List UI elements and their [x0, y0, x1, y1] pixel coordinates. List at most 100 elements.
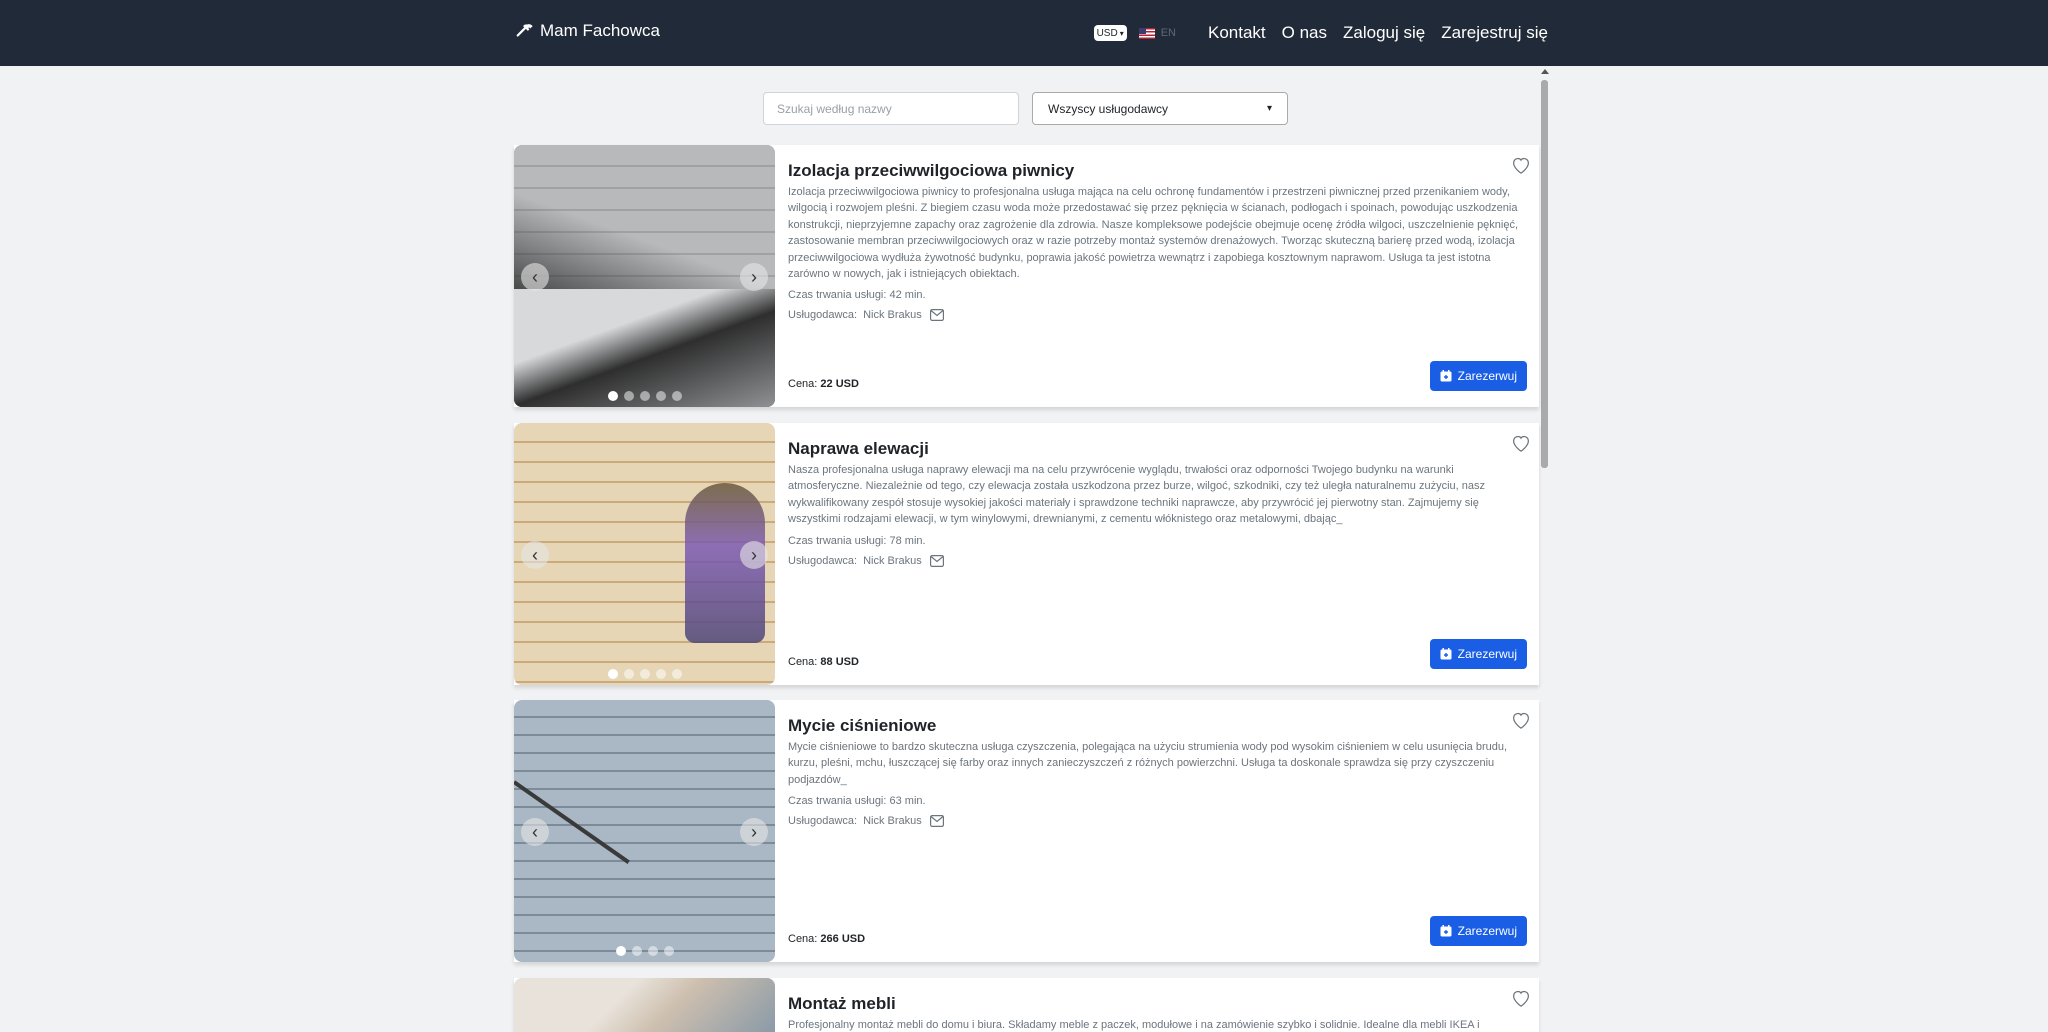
chevron-right-icon: ›: [751, 821, 757, 842]
heart-icon[interactable]: [1511, 711, 1531, 729]
search-input[interactable]: [763, 92, 1019, 125]
carousel-dot[interactable]: [655, 391, 666, 401]
provider-select[interactable]: Wszyscy usługodawcy ▾: [1032, 92, 1288, 125]
book-button[interactable]: Zarezerwuj: [1429, 361, 1527, 391]
carousel-dot[interactable]: [639, 669, 650, 679]
service-image: [514, 978, 775, 1032]
chevron-down-icon: ▾: [1266, 103, 1272, 114]
carousel-next-button[interactable]: ›: [740, 818, 768, 846]
carousel-dot[interactable]: [663, 946, 674, 956]
carousel-dot[interactable]: [655, 669, 666, 679]
carousel-dot[interactable]: [623, 669, 634, 679]
service-image: [514, 423, 775, 685]
chevron-down-icon: ▾: [1119, 28, 1124, 38]
service-title[interactable]: Izolacja przeciwwilgociowa piwnicy: [788, 161, 1524, 181]
scrollbar-thumb[interactable]: [1541, 80, 1548, 468]
provider-label: Usługodawca:: [788, 554, 858, 567]
price-label: Cena:: [788, 933, 818, 945]
service-price: Cena: 22 USD: [788, 378, 859, 390]
carousel-prev-button[interactable]: ‹: [521, 818, 549, 846]
language-code: EN: [1160, 27, 1176, 39]
carousel-dot[interactable]: [647, 946, 658, 956]
book-button-label: Zarezerwuj: [1457, 369, 1517, 383]
service-title[interactable]: Mycie ciśnieniowe: [788, 716, 1524, 736]
chevron-left-icon: ‹: [532, 266, 538, 287]
service-provider: Usługodawca: Nick Brakus: [788, 555, 1524, 567]
service-price: Cena: 88 USD: [788, 656, 859, 668]
service-title[interactable]: Montaż mebli: [788, 994, 1524, 1014]
service-description: Mycie ciśnieniowe to bardzo skuteczna us…: [788, 741, 1508, 786]
carousel-dot[interactable]: [615, 946, 626, 956]
hammer-icon: [516, 24, 533, 37]
service-body: Mycie ciśnieniowe Mycie ciśnieniowe to b…: [788, 714, 1524, 827]
carousel-dot[interactable]: [639, 391, 650, 401]
carousel-next-button[interactable]: ›: [740, 263, 768, 291]
nav-right: USD ▾ EN Kontakt O nas Zaloguj się Zarej…: [1093, 0, 1548, 66]
service-card: ‹ › Naprawa elewacji Nasza profesjonalna…: [514, 423, 1539, 685]
scroll-up-arrow-icon[interactable]: [1541, 69, 1549, 74]
envelope-icon[interactable]: [929, 554, 944, 567]
service-image-carousel: ‹ ›: [514, 145, 775, 407]
calendar-plus-icon: [1440, 370, 1452, 382]
heart-icon[interactable]: [1511, 434, 1531, 452]
carousel-dot[interactable]: [623, 391, 634, 401]
carousel-dot[interactable]: [671, 669, 682, 679]
provider-name[interactable]: Nick Brakus: [863, 815, 922, 827]
heart-icon[interactable]: [1511, 156, 1531, 174]
book-button[interactable]: Zarezerwuj: [1429, 639, 1527, 669]
provider-name[interactable]: Nick Brakus: [863, 555, 922, 567]
brand-logo[interactable]: Mam Fachowca: [516, 21, 660, 41]
carousel-dot[interactable]: [607, 391, 618, 401]
duration-label: Czas trwania usługi:: [788, 534, 887, 547]
price-value: 22 USD: [820, 378, 859, 390]
service-card: ‹ › Izolacja przeciwwilgociowa piwnicy I…: [514, 145, 1539, 407]
envelope-icon[interactable]: [929, 309, 944, 322]
duration-value: 63 min.: [889, 795, 926, 808]
service-image-carousel: ‹ ›: [514, 423, 775, 685]
service-price: Cena: 266 USD: [788, 933, 865, 945]
book-button-label: Zarezerwuj: [1457, 924, 1517, 938]
service-body: Izolacja przeciwwilgociowa piwnicy Izola…: [788, 159, 1524, 321]
carousel-next-button[interactable]: ›: [740, 541, 768, 569]
carousel-dot[interactable]: [631, 946, 642, 956]
nav-link-contact[interactable]: Kontakt: [1208, 23, 1266, 43]
carousel-indicators: [514, 946, 775, 956]
price-label: Cena:: [788, 378, 818, 390]
service-duration: Czas trwania usługi: 63 min.: [788, 795, 1524, 807]
chevron-right-icon: ›: [751, 266, 757, 287]
service-provider: Usługodawca: Nick Brakus: [788, 309, 1524, 321]
language-switch[interactable]: EN: [1138, 27, 1176, 39]
carousel-prev-button[interactable]: ‹: [521, 541, 549, 569]
price-value: 266 USD: [820, 933, 866, 945]
service-title[interactable]: Naprawa elewacji: [788, 439, 1524, 459]
service-description: Profesjonalny montaż mebli do domu i biu…: [788, 1019, 1480, 1031]
envelope-icon[interactable]: [929, 815, 944, 828]
nav-link-about[interactable]: O nas: [1282, 23, 1327, 43]
provider-select-value: Wszyscy usługodawcy: [1048, 101, 1169, 116]
service-body: Naprawa elewacji Nasza profesjonalna usł…: [788, 437, 1524, 567]
carousel-dot[interactable]: [607, 669, 618, 679]
currency-select[interactable]: USD ▾: [1093, 25, 1127, 41]
service-card: ‹ › Mycie ciśnieniowe Mycie ciśnieniowe …: [514, 700, 1539, 962]
service-description: Nasza profesjonalna usługa naprawy elewa…: [788, 464, 1486, 526]
heart-icon[interactable]: [1511, 989, 1531, 1007]
duration-value: 42 min.: [889, 289, 926, 302]
duration-label: Czas trwania usługi:: [788, 795, 887, 808]
chevron-right-icon: ›: [751, 544, 757, 565]
carousel-dot[interactable]: [671, 391, 682, 401]
chevron-left-icon: ‹: [532, 544, 538, 565]
calendar-plus-icon: [1440, 648, 1452, 660]
provider-name[interactable]: Nick Brakus: [863, 309, 922, 321]
book-button[interactable]: Zarezerwuj: [1429, 916, 1527, 946]
calendar-plus-icon: [1440, 925, 1452, 937]
service-image: [514, 145, 775, 407]
carousel-indicators: [514, 391, 775, 401]
chevron-left-icon: ‹: [532, 821, 538, 842]
duration-label: Czas trwania usługi:: [788, 289, 887, 302]
carousel-prev-button[interactable]: ‹: [521, 263, 549, 291]
carousel-indicators: [514, 669, 775, 679]
nav-link-register[interactable]: Zarejestruj się: [1441, 23, 1548, 43]
nav-link-login[interactable]: Zaloguj się: [1343, 23, 1425, 43]
currency-value: USD: [1096, 27, 1118, 39]
duration-value: 78 min.: [889, 534, 926, 547]
